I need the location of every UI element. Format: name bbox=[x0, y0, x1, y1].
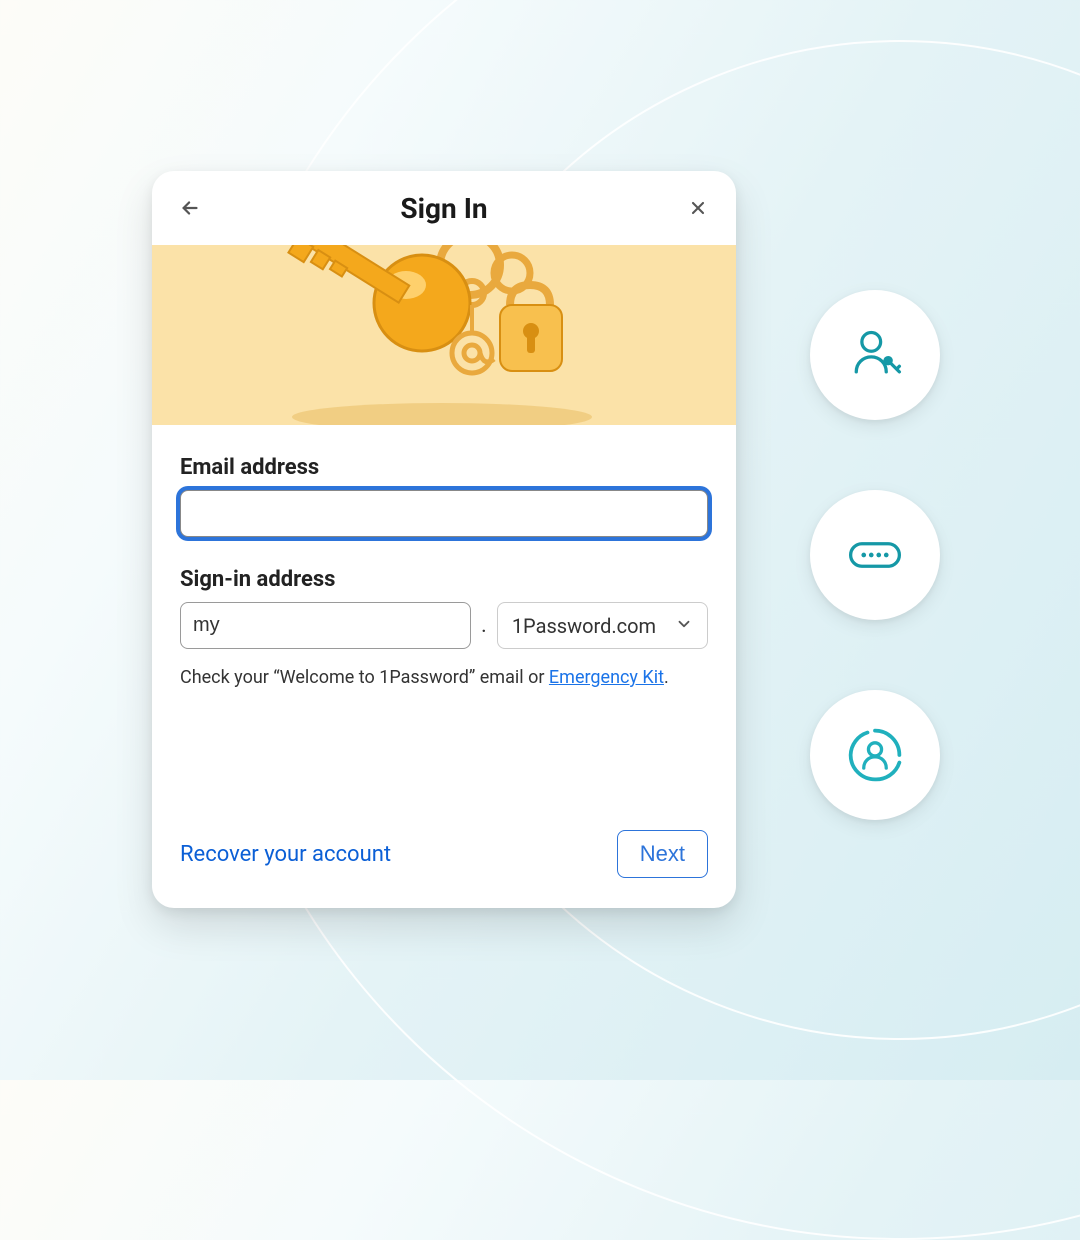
card-header: Sign In bbox=[152, 171, 736, 245]
chevron-down-icon bbox=[675, 615, 693, 637]
domain-separator: . bbox=[481, 613, 487, 638]
password-dots-icon bbox=[810, 490, 940, 620]
email-label: Email address bbox=[180, 455, 708, 480]
recover-account-link[interactable]: Recover your account bbox=[180, 842, 391, 867]
back-button[interactable] bbox=[172, 190, 208, 226]
signin-hint: Check your “Welcome to 1Password” email … bbox=[180, 667, 708, 688]
signin-card: Sign In bbox=[152, 171, 736, 908]
domain-selected-label: 1Password.com bbox=[512, 614, 656, 638]
arrow-left-icon bbox=[179, 197, 201, 219]
side-icons bbox=[810, 290, 940, 820]
card-footer: Recover your account Next bbox=[152, 806, 736, 908]
next-button[interactable]: Next bbox=[617, 830, 708, 878]
signin-address-label: Sign-in address bbox=[180, 567, 708, 592]
emergency-kit-link[interactable]: Emergency Kit bbox=[549, 667, 664, 688]
key-illustration bbox=[152, 245, 736, 425]
close-icon bbox=[688, 198, 708, 218]
profile-progress-icon bbox=[810, 690, 940, 820]
close-button[interactable] bbox=[680, 190, 716, 226]
page-title: Sign In bbox=[400, 192, 487, 225]
subdomain-input[interactable] bbox=[180, 602, 471, 649]
domain-select[interactable]: 1Password.com bbox=[497, 602, 708, 649]
email-input[interactable] bbox=[180, 490, 708, 537]
user-key-icon bbox=[810, 290, 940, 420]
signin-form: Email address Sign-in address . 1Passwor… bbox=[152, 425, 736, 806]
